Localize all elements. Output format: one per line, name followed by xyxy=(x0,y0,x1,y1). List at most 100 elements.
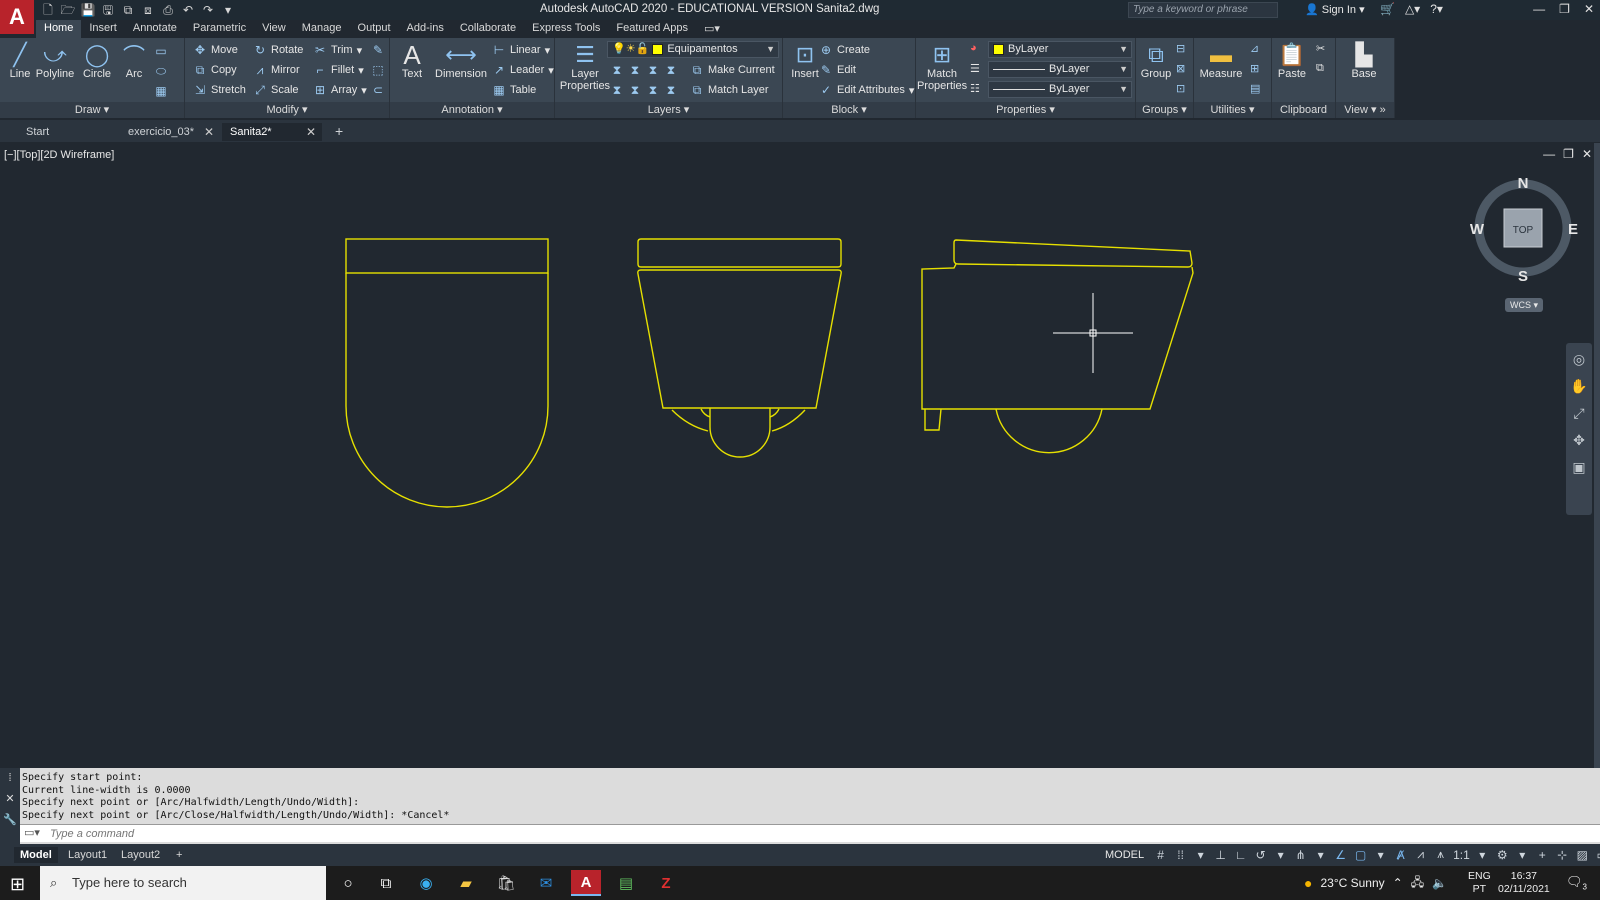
layer-freeze-icon[interactable]: ⧗ xyxy=(628,63,642,77)
layer-properties-tool[interactable]: ☰ Layer Properties xyxy=(559,42,611,92)
base-tool[interactable]: ▙ Base xyxy=(1344,42,1384,80)
chevron-down-icon[interactable]: ▾ xyxy=(1515,848,1530,862)
color-wheel-icon[interactable]: ◕ xyxy=(970,42,977,54)
edit-attributes-button[interactable]: ✓ Edit Attributes ▾ xyxy=(819,81,914,99)
task-view-icon[interactable]: ⧉ xyxy=(371,870,401,896)
calculator-icon[interactable]: ▤ xyxy=(1250,82,1260,95)
layer-unisolate-icon[interactable]: ⧗ xyxy=(610,83,624,97)
create-block-button[interactable]: ⊕ Create xyxy=(819,41,870,59)
cortana-icon[interactable]: ○ xyxy=(333,870,363,896)
compass-east[interactable]: E xyxy=(1568,221,1578,238)
lineweight-dropdown[interactable]: ByLayer ▼ xyxy=(988,81,1132,98)
hatch-tool[interactable]: ▦ xyxy=(154,82,168,100)
doc-tab-sanita2[interactable]: Sanita2* ✕ xyxy=(222,123,322,141)
open-file-icon[interactable]: 🗁 xyxy=(60,2,76,18)
match-properties-tool[interactable]: ⊞ Match Properties xyxy=(917,42,967,92)
tray-chevron-icon[interactable]: ⌃ xyxy=(1393,876,1403,890)
copy-clip-icon[interactable]: ⧉ xyxy=(1316,62,1324,75)
new-file-icon[interactable]: 🗋 xyxy=(40,2,56,18)
steering-wheel-icon[interactable]: ◎ xyxy=(1573,351,1585,368)
compass-south[interactable]: S xyxy=(1518,268,1528,285)
layout-tab-layout2[interactable]: Layout2 xyxy=(115,847,166,863)
filezilla-icon[interactable]: Z xyxy=(651,870,681,896)
grip-icon[interactable]: ⁞ xyxy=(8,772,11,784)
save-as-icon[interactable]: 🖫 xyxy=(100,2,116,18)
draw-panel-title[interactable]: Draw ▾ xyxy=(0,102,184,118)
wcs-menu-button[interactable]: WCS ▾ xyxy=(1505,298,1543,312)
close-icon[interactable]: ✕ xyxy=(1584,2,1594,16)
minimize-icon[interactable]: — xyxy=(1533,2,1545,16)
edit-block-button[interactable]: ✎ Edit xyxy=(819,61,856,79)
leader-button[interactable]: ↗ Leader ▾ xyxy=(492,61,554,79)
annotation-visibility-icon[interactable]: Ⱥ xyxy=(1393,848,1408,862)
sign-in-button[interactable]: 👤 Sign In ▾ xyxy=(1305,3,1365,16)
layout-tab-model[interactable]: Model xyxy=(14,847,58,863)
ungroup-icon[interactable]: ⊟ xyxy=(1176,42,1185,55)
compass-north[interactable]: N xyxy=(1518,175,1529,192)
layers-panel-title[interactable]: Layers ▾ xyxy=(555,102,782,118)
measure-tool[interactable]: ▬ Measure xyxy=(1198,42,1244,80)
notepad-icon[interactable]: ▤ xyxy=(611,870,641,896)
modify-panel-title[interactable]: Modify ▾ xyxy=(185,102,389,118)
array-button[interactable]: ⊞ Array ▾ xyxy=(313,81,367,99)
scale-value[interactable]: 1:1 xyxy=(1453,848,1470,862)
command-input[interactable] xyxy=(50,825,1550,842)
viewcube-face-label[interactable]: TOP xyxy=(1513,225,1534,236)
group-edit-icon[interactable]: ⊠ xyxy=(1176,62,1185,75)
layer-lock-icon[interactable]: ⧗ xyxy=(664,63,678,77)
linear-button[interactable]: ⊢ Linear ▾ xyxy=(492,41,550,59)
ribbon-tab-output[interactable]: Output xyxy=(350,20,399,38)
chevron-down-icon[interactable]: ▾ xyxy=(1373,848,1388,862)
arc-tool[interactable]: ⌒ Arc xyxy=(114,42,154,80)
snap-icon[interactable]: ⁞⁞ xyxy=(1173,848,1188,862)
orbit-icon[interactable]: ✥ xyxy=(1573,432,1585,449)
utilities-panel-title[interactable]: Utilities ▾ xyxy=(1194,102,1271,118)
weather-sun-icon[interactable]: ● xyxy=(1304,875,1312,891)
ribbon-toggle-icon[interactable]: ▭▾ xyxy=(696,20,728,38)
command-prompt-icon[interactable]: ▭▾ xyxy=(24,826,40,839)
open-web-icon[interactable]: ⧉ xyxy=(120,2,136,18)
layer-off-icon[interactable]: ⧗ xyxy=(646,63,660,77)
help-icon[interactable]: ?▾ xyxy=(1430,2,1443,16)
save-web-icon[interactable]: ⧈ xyxy=(140,2,156,18)
drawing-area[interactable]: [−][Top][2D Wireframe] — ❐ ✕ TOP N S E W… xyxy=(0,143,1600,768)
polar-icon[interactable]: ↺ xyxy=(1253,848,1268,862)
match-layer-button[interactable]: ⧉ Match Layer xyxy=(690,81,769,99)
scale-button[interactable]: ⤢ Scale xyxy=(253,81,298,99)
mirror-button[interactable]: ⩘ Mirror xyxy=(253,61,300,79)
autocad-taskbar-icon[interactable]: A xyxy=(571,870,601,896)
layer-isolate-icon[interactable]: ⧗ xyxy=(610,63,624,77)
mail-icon[interactable]: ✉ xyxy=(531,870,561,896)
undo-icon[interactable]: ↶ xyxy=(180,2,196,18)
customize-qat-icon[interactable]: ▾ xyxy=(220,2,236,18)
ribbon-tab-home[interactable]: Home xyxy=(36,20,82,38)
clean-screen-icon[interactable]: ▭ xyxy=(1595,848,1600,862)
cart-icon[interactable]: 🛒 xyxy=(1380,2,1395,16)
copy-button[interactable]: ⧉ Copy xyxy=(193,61,237,79)
close-icon[interactable]: ✕ xyxy=(306,123,316,141)
add-layout-icon[interactable]: + xyxy=(170,847,188,863)
polyline-tool[interactable]: ⤻ Polyline xyxy=(35,42,75,80)
layer-unlock-icon[interactable]: ⧗ xyxy=(664,83,678,97)
trim-button[interactable]: ✂ Trim ▾ xyxy=(313,41,362,59)
line-tool[interactable]: ╱ Line xyxy=(0,42,40,80)
group-tool[interactable]: ⧉ Group xyxy=(1136,42,1176,80)
zoom-extents-icon[interactable]: ⤢ xyxy=(1573,405,1584,422)
rotate-button[interactable]: ↻ Rotate xyxy=(253,41,303,59)
chevron-down-icon[interactable]: ▾ xyxy=(1193,848,1208,862)
properties-panel-title[interactable]: Properties ▾ xyxy=(916,102,1135,118)
dimension-tool[interactable]: ⟷ Dimension xyxy=(433,42,489,80)
taskbar-search-box[interactable]: ⌕ Type here to search xyxy=(40,866,326,900)
redo-icon[interactable]: ↷ xyxy=(200,2,216,18)
auto-scale-icon[interactable]: ⩘ xyxy=(1413,847,1428,862)
chevron-down-icon[interactable]: ▾ xyxy=(1475,848,1490,862)
block-panel-title[interactable]: Block ▾ xyxy=(783,102,915,118)
workspace-gear-icon[interactable]: ⚙ xyxy=(1495,848,1510,862)
new-tab-icon[interactable]: + xyxy=(335,123,343,139)
microsoft-store-icon[interactable]: 🛍 xyxy=(491,870,521,896)
viewcube[interactable]: TOP N S E W xyxy=(1470,173,1580,293)
paste-tool[interactable]: 📋 Paste xyxy=(1272,42,1312,80)
annotation-scale-icon[interactable]: ⩚ xyxy=(1433,847,1448,862)
customize-icon[interactable]: 🔧 xyxy=(3,813,17,826)
object-snap-tracking-icon[interactable]: ∠ xyxy=(1333,848,1348,862)
